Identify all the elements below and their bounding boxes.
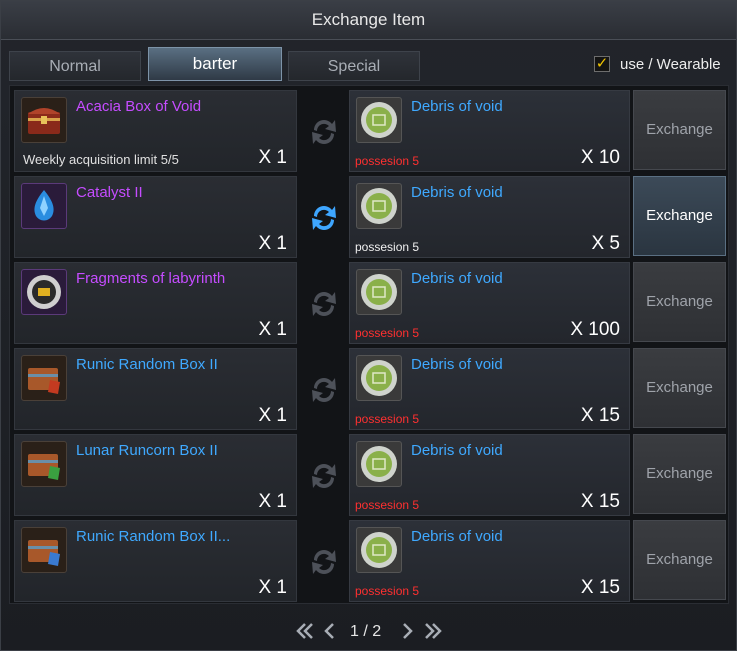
exchange-row: Acacia Box of Void Weekly acquisition li… <box>14 90 726 172</box>
receive-quantity: X 15 <box>580 491 620 512</box>
swap-arrows-icon <box>312 378 336 402</box>
receive-item-card: Debris of void possesion 5 X 15 <box>349 348 630 430</box>
receive-quantity: X 5 <box>591 233 620 254</box>
exchange-button[interactable]: Exchange <box>633 262 726 342</box>
debris-of-void-icon[interactable] <box>356 269 402 315</box>
give-item-name: Runic Random Box II... <box>76 528 231 545</box>
use-wearable-label: use / Wearable <box>620 56 721 73</box>
exchange-button[interactable]: Exchange <box>633 520 726 600</box>
possession-count: possesion 5 <box>355 154 420 168</box>
swap-arrows-icon <box>312 206 336 230</box>
exchange-row: Runic Random Box II... X 1 Debris of voi… <box>14 520 726 602</box>
debris-of-void-icon[interactable] <box>356 355 402 401</box>
receive-item-name: Debris of void <box>411 356 503 373</box>
receive-quantity: X 100 <box>570 319 620 340</box>
give-item-name: Runic Random Box II <box>76 356 218 373</box>
rune-box-icon[interactable] <box>21 441 67 487</box>
blue-crystal-icon[interactable] <box>21 183 67 229</box>
tab-special[interactable]: Special <box>288 51 420 81</box>
exchange-row: Lunar Runcorn Box II X 1 Debris of void … <box>14 434 726 516</box>
page-indicator: 1 / 2 <box>350 623 382 640</box>
receive-item-card: Debris of void possesion 5 X 15 <box>349 434 630 516</box>
exchange-row: Fragments of labyrinth X 1 Debris of voi… <box>14 262 726 344</box>
give-item-card: Runic Random Box II... X 1 <box>14 520 297 602</box>
receive-item-name: Debris of void <box>411 270 503 287</box>
tab-normal[interactable]: Normal <box>9 51 141 81</box>
double-chevron-left-icon[interactable] <box>294 621 316 641</box>
exchange-list: Acacia Box of Void Weekly acquisition li… <box>9 85 729 604</box>
exchange-item-window: Exchange Item Normal barter Special ✓ us… <box>0 0 737 651</box>
receive-item-card: Debris of void possesion 5 X 10 <box>349 90 630 172</box>
use-wearable-checkbox[interactable]: ✓ <box>594 56 610 72</box>
rune-box-icon[interactable] <box>21 355 67 401</box>
give-quantity: X 1 <box>258 405 287 426</box>
give-item-card: Runic Random Box II X 1 <box>14 348 297 430</box>
possession-count: possesion 5 <box>355 412 420 426</box>
receive-item-name: Debris of void <box>411 98 503 115</box>
exchange-button[interactable]: Exchange <box>633 176 726 256</box>
swap-arrows-icon <box>312 292 336 316</box>
window-title: Exchange Item <box>1 1 736 40</box>
possession-count: possesion 5 <box>355 584 420 598</box>
give-item-name: Lunar Runcorn Box II <box>76 442 218 459</box>
weekly-limit: Weekly acquisition limit 5/5 <box>23 152 179 167</box>
give-item-name: Fragments of labyrinth <box>76 270 226 287</box>
receive-quantity: X 15 <box>580 405 620 426</box>
give-item-card: Catalyst II X 1 <box>14 176 297 258</box>
receive-item-name: Debris of void <box>411 528 503 545</box>
receive-item-card: Debris of void possesion 5 X 100 <box>349 262 630 344</box>
possession-count: possesion 5 <box>355 326 420 340</box>
receive-item-card: Debris of void possesion 5 X 5 <box>349 176 630 258</box>
swap-arrows-icon <box>312 464 336 488</box>
give-quantity: X 1 <box>258 319 287 340</box>
labyrinth-fragment-icon[interactable] <box>21 269 67 315</box>
swap-arrows-icon <box>312 550 336 574</box>
receive-quantity: X 15 <box>580 577 620 598</box>
debris-of-void-icon[interactable] <box>356 183 402 229</box>
give-quantity: X 1 <box>258 577 287 598</box>
exchange-button[interactable]: Exchange <box>633 348 726 428</box>
receive-quantity: X 10 <box>580 147 620 168</box>
double-chevron-right-icon[interactable] <box>422 621 444 641</box>
chevron-left-icon[interactable] <box>319 621 341 641</box>
debris-of-void-icon[interactable] <box>356 527 402 573</box>
receive-item-card: Debris of void possesion 5 X 15 <box>349 520 630 602</box>
give-item-card: Fragments of labyrinth X 1 <box>14 262 297 344</box>
give-quantity: X 1 <box>258 491 287 512</box>
give-item-card: Lunar Runcorn Box II X 1 <box>14 434 297 516</box>
debris-of-void-icon[interactable] <box>356 441 402 487</box>
give-item-card: Acacia Box of Void Weekly acquisition li… <box>14 90 297 172</box>
exchange-button[interactable]: Exchange <box>633 434 726 514</box>
rune-box-icon[interactable] <box>21 527 67 573</box>
exchange-row: Runic Random Box II X 1 Debris of void p… <box>14 348 726 430</box>
tab-barter[interactable]: barter <box>148 47 282 81</box>
debris-of-void-icon[interactable] <box>356 97 402 143</box>
treasure-chest-icon[interactable] <box>21 97 67 143</box>
give-item-name: Acacia Box of Void <box>76 98 202 115</box>
give-quantity: X 1 <box>258 147 287 168</box>
exchange-button[interactable]: Exchange <box>633 90 726 170</box>
receive-item-name: Debris of void <box>411 442 503 459</box>
receive-item-name: Debris of void <box>411 184 503 201</box>
give-quantity: X 1 <box>258 233 287 254</box>
possession-count: possesion 5 <box>355 498 420 512</box>
swap-arrows-icon <box>312 120 336 144</box>
chevron-right-icon[interactable] <box>396 621 418 641</box>
possession-count: possesion 5 <box>355 240 420 254</box>
pagination: 1 / 2 <box>1 611 736 651</box>
give-item-name: Catalyst II <box>76 184 143 201</box>
exchange-row: Catalyst II X 1 Debris of void possesion… <box>14 176 726 258</box>
